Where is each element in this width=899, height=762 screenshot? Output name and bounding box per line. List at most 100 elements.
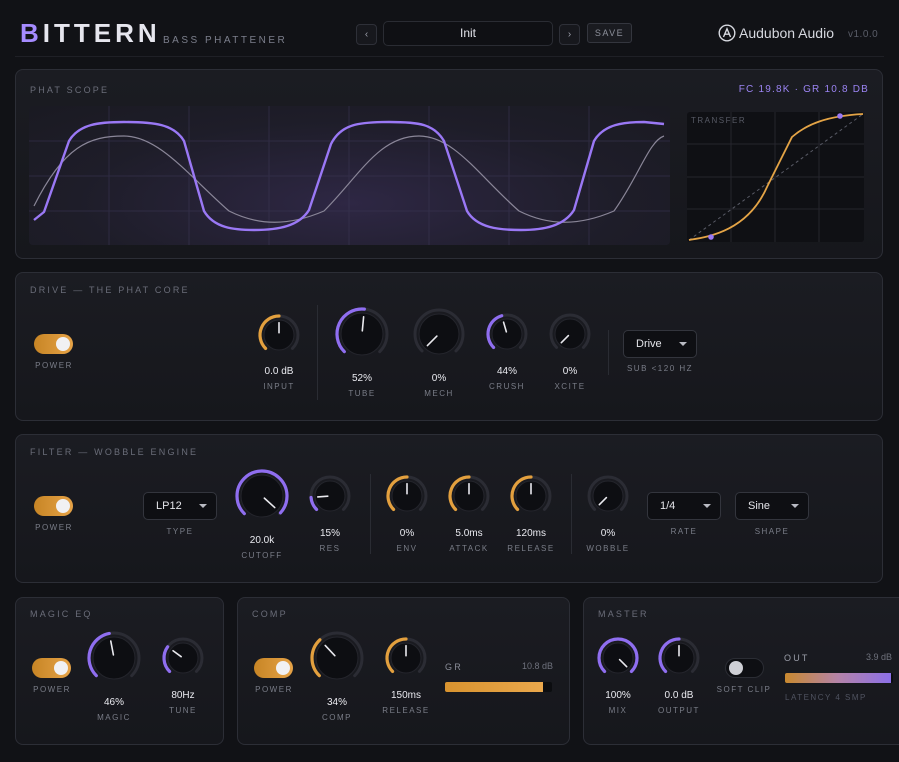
comp-power-toggle[interactable]	[254, 658, 293, 678]
app-subtitle: BASS PHATTENER	[163, 35, 288, 46]
soft-clip-label: SOFT CLIP	[716, 685, 772, 694]
cutoff-value: 20.0k	[249, 535, 275, 546]
gr-meter	[445, 682, 552, 692]
audubon-logo-icon	[718, 24, 736, 42]
tune-label: TUNE	[169, 706, 197, 715]
chevron-down-icon	[679, 342, 687, 346]
rate-label: RATE	[670, 527, 698, 536]
toggle-knob	[729, 661, 743, 675]
res-knob[interactable]	[307, 473, 353, 519]
shape-value: Sine	[748, 500, 771, 512]
save-button[interactable]: SAVE	[587, 23, 632, 43]
mix-knob[interactable]	[595, 635, 641, 681]
filter-power-label: POWER	[35, 523, 73, 532]
attack-value: 5.0ms	[455, 528, 483, 539]
rate-select[interactable]: 1/4	[647, 492, 721, 520]
header-divider	[15, 56, 884, 57]
filter-type-value: LP12	[156, 500, 182, 512]
transfer-point-low	[708, 234, 714, 240]
comp-knob[interactable]	[308, 629, 366, 687]
output-knob[interactable]	[656, 635, 702, 681]
gr-meter-fill	[445, 682, 544, 692]
chevron-down-icon	[703, 504, 711, 508]
transfer-label: TRANSFER	[691, 116, 747, 125]
sub-mode-label: SUB <120 HZ	[626, 364, 694, 373]
latency-label: LATENCY 4 SMP	[785, 693, 867, 702]
xcite-knob[interactable]	[547, 311, 593, 357]
transfer-point-high	[837, 113, 843, 119]
waveform-display	[29, 106, 670, 245]
app-logo: BITTERN	[20, 18, 161, 48]
mech-value: 0%	[431, 373, 447, 384]
transfer-curve-display	[687, 112, 864, 242]
drive-divider-2	[608, 330, 609, 375]
sub-mode-value: Drive	[636, 338, 662, 350]
prev-preset-button[interactable]: ‹	[356, 24, 377, 45]
toggle-knob	[56, 337, 70, 351]
tube-value: 52%	[351, 373, 372, 384]
soft-clip-toggle[interactable]	[725, 658, 764, 678]
mix-value: 100%	[605, 690, 631, 701]
shape-label: SHAPE	[754, 527, 790, 536]
toggle-knob	[54, 661, 68, 675]
res-label: RES	[319, 544, 341, 553]
filter-divider-1	[370, 474, 371, 554]
chevron-down-icon	[791, 504, 799, 508]
toggle-knob	[276, 661, 290, 675]
magic-eq-power-toggle[interactable]	[32, 658, 71, 678]
wobble-value: 0%	[600, 528, 616, 539]
shape-select[interactable]: Sine	[735, 492, 809, 520]
gr-value: 10.8 dB	[522, 661, 554, 671]
comp-value: 34%	[326, 697, 347, 708]
attack-knob[interactable]	[446, 473, 492, 519]
release-knob[interactable]	[383, 635, 429, 681]
input-value: 0.0 dB	[264, 366, 294, 377]
drive-title: DRIVE — THE PHAT CORE	[30, 285, 190, 295]
comp-power-label: POWER	[255, 685, 293, 694]
release-value: 120ms	[515, 528, 546, 539]
out-meter-fill	[785, 673, 891, 683]
input-knob[interactable]	[256, 312, 302, 358]
env-knob[interactable]	[384, 473, 430, 519]
magic-label: MAGIC	[97, 713, 131, 722]
output-value: 0.0 dB	[664, 690, 694, 701]
next-preset-button[interactable]: ›	[559, 24, 580, 45]
drive-power-toggle[interactable]	[34, 334, 73, 354]
out-value: 3.9 dB	[866, 652, 893, 662]
chevron-down-icon	[199, 504, 207, 508]
scope-readout: FC 19.8K · GR 10.8 DB	[738, 84, 869, 95]
res-value: 15%	[319, 528, 340, 539]
magic-eq-title: MAGIC EQ	[30, 609, 93, 619]
mech-knob[interactable]	[411, 306, 467, 362]
filter-type-select[interactable]: LP12	[143, 492, 217, 520]
xcite-label: XCITE	[554, 382, 586, 391]
xcite-value: 0%	[562, 366, 578, 377]
maker-name: Audubon Audio	[739, 25, 834, 41]
tune-value: 80Hz	[171, 690, 195, 701]
magic-knob[interactable]	[85, 629, 143, 687]
output-label: OUTPUT	[658, 706, 700, 715]
rate-value: 1/4	[660, 500, 676, 512]
release-value: 150ms	[390, 690, 421, 701]
crush-knob[interactable]	[484, 311, 530, 357]
drive-power-label: POWER	[35, 361, 73, 370]
gr-label: GR	[445, 662, 463, 672]
preset-name[interactable]: Init	[383, 21, 553, 46]
wobble-label: WOBBLE	[586, 544, 630, 553]
filter-title: FILTER — WOBBLE ENGINE	[30, 447, 199, 457]
wobble-knob[interactable]	[585, 473, 631, 519]
tune-knob[interactable]	[160, 635, 206, 681]
scope-title: PHAT SCOPE	[30, 85, 110, 95]
master-title: MASTER	[598, 609, 649, 619]
filter-divider-2	[571, 474, 572, 554]
tube-knob[interactable]	[333, 305, 391, 363]
release-knob[interactable]	[508, 473, 554, 519]
cutoff-knob[interactable]	[233, 467, 291, 525]
tube-label: TUBE	[348, 389, 376, 398]
out-meter	[785, 673, 893, 683]
env-value: 0%	[399, 528, 415, 539]
filter-power-toggle[interactable]	[34, 496, 73, 516]
release-label: RELEASE	[507, 544, 555, 553]
sub-mode-select[interactable]: Drive	[623, 330, 697, 358]
comp-label: COMP	[322, 713, 352, 722]
